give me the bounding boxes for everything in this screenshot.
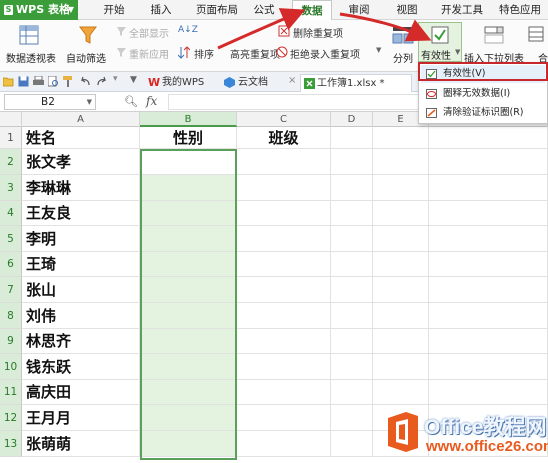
watermark-url: www.office26.com — [426, 438, 548, 455]
watermark-title: Office教程网 — [424, 416, 547, 439]
arrow-to-validity — [339, 12, 432, 42]
annotation-arrows — [217, 8, 432, 50]
arrow-to-data-tab — [217, 8, 306, 50]
office-logo-icon — [388, 412, 418, 452]
watermark: Office教程网 www.office26.com — [384, 410, 548, 460]
